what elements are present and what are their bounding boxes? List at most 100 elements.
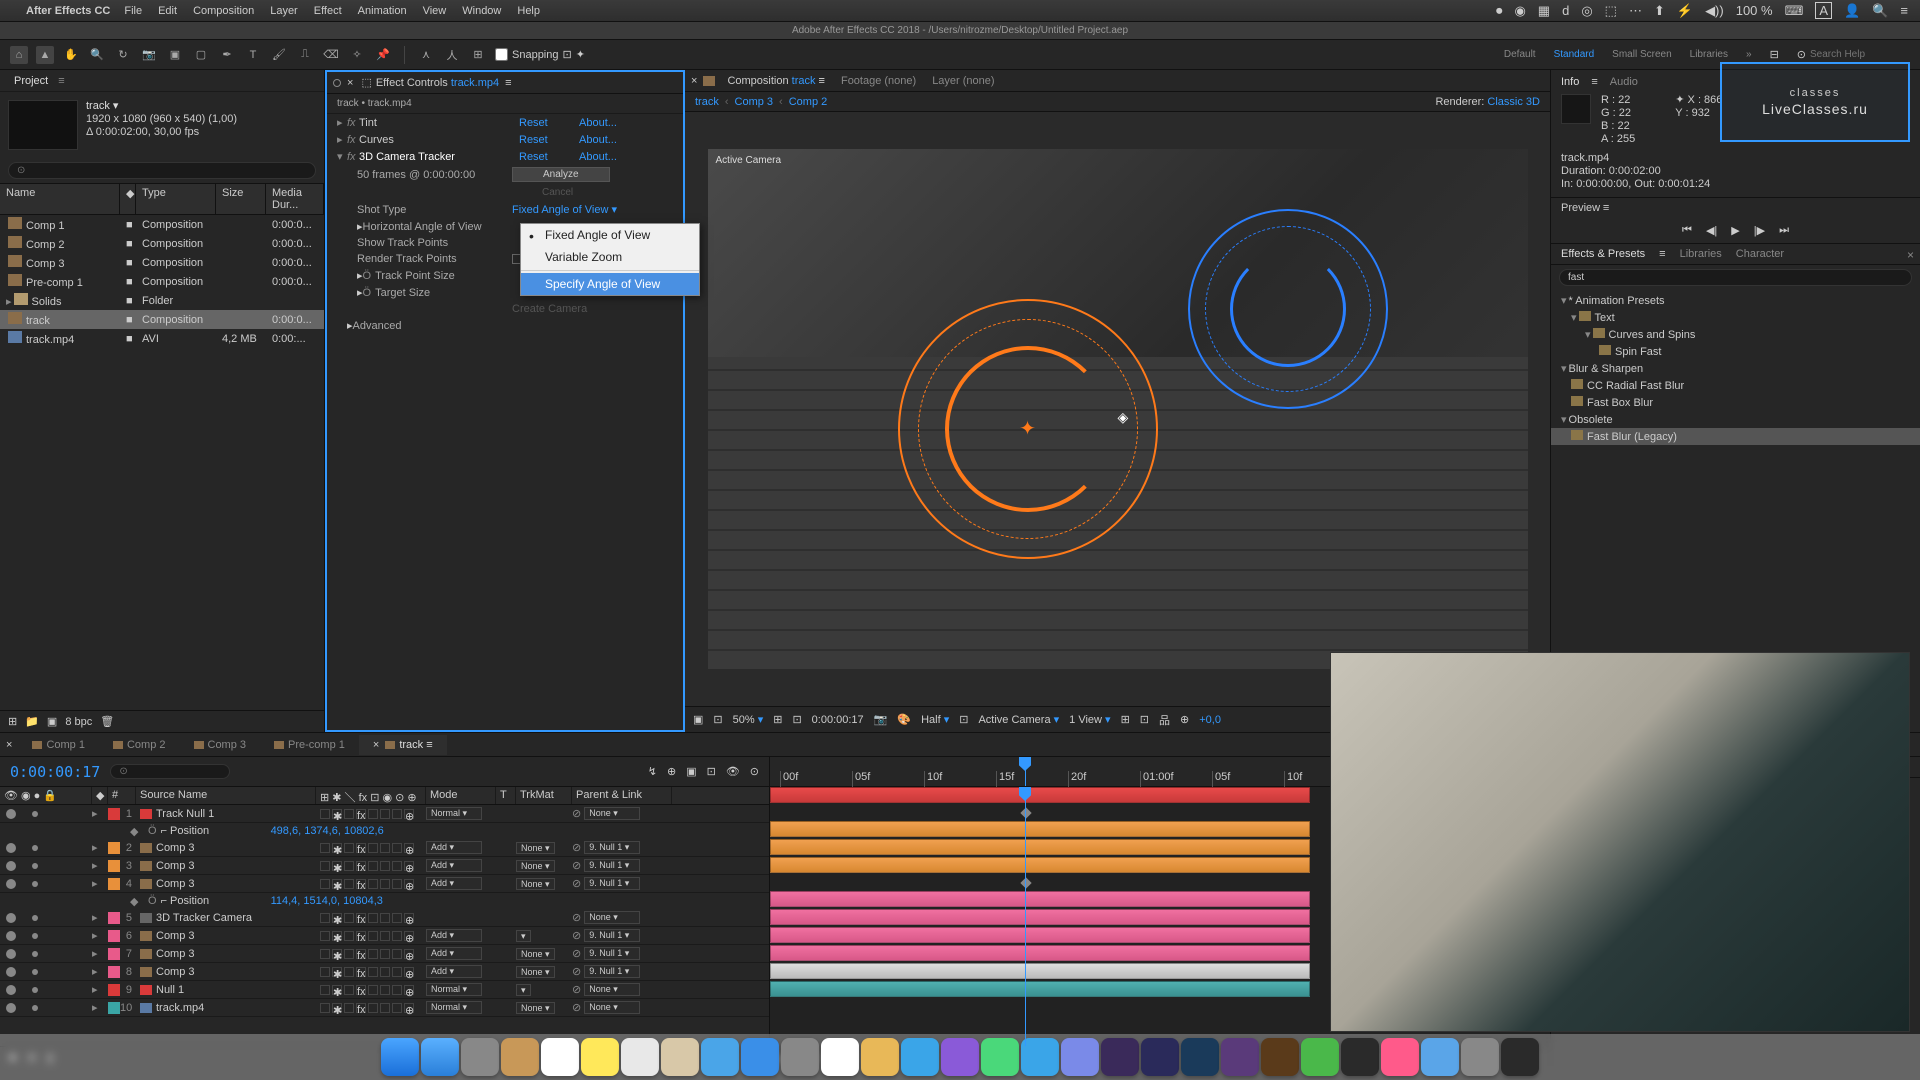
effects-tree-item[interactable]: ▾Text [1551, 309, 1920, 326]
effects-tree-item[interactable]: ▾Obsolete [1551, 411, 1920, 428]
menu-edit[interactable]: Edit [158, 5, 177, 17]
trash-icon[interactable]: 🗑 [100, 715, 114, 728]
playhead-line[interactable] [1025, 787, 1026, 1046]
crumb-item[interactable]: Comp 2 [789, 96, 828, 108]
eraser-tool-icon[interactable]: ⌫ [322, 46, 340, 64]
camera-select[interactable]: Active Camera ▾ [978, 713, 1059, 726]
dock-app-discord[interactable] [1061, 1038, 1099, 1076]
layer-bar[interactable] [770, 857, 1310, 873]
panel-menu-icon[interactable]: ≡ [505, 77, 511, 89]
effects-tree-item[interactable]: ▾* Animation Presets [1551, 292, 1920, 309]
timeline-layer[interactable]: ▸ 1 Track Null 1 ✱fx⊕ Normal ▾ ⊘None ▾ [0, 805, 769, 823]
grid-icon[interactable]: ⊡ [792, 713, 801, 726]
layer-bar[interactable] [770, 927, 1310, 943]
menu-help[interactable]: Help [517, 5, 540, 17]
keyboard-icon[interactable]: ⌨ [1785, 3, 1804, 19]
panel-menu-icon[interactable]: ≡ [58, 75, 64, 87]
dock-app[interactable] [1221, 1038, 1259, 1076]
snap-opt-icon[interactable]: ✦ [576, 48, 585, 61]
brush-tool-icon[interactable]: 🖌 [270, 46, 288, 64]
libraries-tab[interactable]: Libraries [1680, 248, 1722, 260]
project-item[interactable]: track■Composition0:00:0... [0, 310, 324, 329]
dock-app-telegram[interactable] [1021, 1038, 1059, 1076]
project-tab[interactable]: Project [8, 72, 54, 90]
dock-app-mail[interactable] [701, 1038, 739, 1076]
crumb-item[interactable]: Comp 3 [735, 96, 774, 108]
effects-tree-item[interactable]: ▾Blur & Sharpen [1551, 360, 1920, 377]
layer-bar[interactable] [770, 891, 1310, 907]
workspace-default[interactable]: Default [1504, 49, 1536, 60]
snap-opt-icon[interactable]: ⊡ [563, 48, 572, 61]
timeline-layer[interactable]: ▸ 3 Comp 3 ✱fx⊕ Add ▾ None ▾ ⊘9. Null 1 … [0, 857, 769, 875]
current-timecode[interactable]: 0:00:00:17 [10, 763, 100, 781]
rotate-tool-icon[interactable]: ↻ [114, 46, 132, 64]
last-frame-icon[interactable]: ⏭ [1779, 224, 1789, 237]
comp-tab-layer[interactable]: Layer (none) [924, 73, 1002, 89]
status-icon[interactable]: ⬚ [1605, 3, 1617, 19]
col-media[interactable]: Media Dur... [266, 184, 324, 214]
play-icon[interactable]: ▶ [1731, 224, 1739, 237]
view-opt-icon[interactable]: 品 [1159, 712, 1170, 728]
tl-opt-icon[interactable]: ▣ [686, 765, 696, 778]
timeline-search-input[interactable] [110, 764, 230, 779]
alpha-icon[interactable]: ⊡ [713, 713, 722, 726]
tl-opt-icon[interactable]: ⊕ [667, 765, 676, 778]
layer-bar[interactable] [770, 981, 1310, 997]
roto-tool-icon[interactable]: ✧ [348, 46, 366, 64]
res-icon[interactable]: ⊞ [773, 713, 782, 726]
spotlight-icon[interactable]: 🔍 [1872, 3, 1888, 19]
effects-search-input[interactable] [1559, 269, 1912, 286]
views-select[interactable]: 1 View ▾ [1069, 713, 1110, 726]
close-icon[interactable]: × [347, 77, 353, 89]
dock-app-chrome[interactable] [821, 1038, 859, 1076]
effects-tree-item[interactable]: Fast Box Blur [1551, 394, 1920, 411]
effect-row[interactable]: ▾fx3D Camera TrackerResetAbout... [327, 148, 683, 165]
clone-tool-icon[interactable]: ⎍ [296, 46, 314, 64]
zoom-tool-icon[interactable]: 🔍 [88, 46, 106, 64]
menu-view[interactable]: View [423, 5, 447, 17]
composition-viewport[interactable]: Active Camera ✦ ◈ [685, 112, 1550, 706]
dock-app-viber[interactable] [941, 1038, 979, 1076]
selection-tool-icon[interactable]: ▲ [36, 46, 54, 64]
menu-composition[interactable]: Composition [193, 5, 254, 17]
dock-app[interactable] [1301, 1038, 1339, 1076]
dock-app[interactable] [781, 1038, 819, 1076]
interpret-icon[interactable]: ⊞ [8, 715, 17, 728]
panel-menu-icon[interactable]: ≡ [1659, 248, 1665, 260]
new-comp-icon[interactable]: ▣ [47, 715, 57, 728]
property-row[interactable]: ◆Ö⌐ Position498,6, 1374,6, 10802,6 [0, 823, 769, 839]
roi-icon[interactable]: ⊡ [959, 713, 968, 726]
audio-tab[interactable]: Audio [1610, 76, 1638, 88]
info-tab[interactable]: Info [1561, 76, 1579, 88]
comp-tab-footage[interactable]: Footage (none) [833, 73, 924, 89]
menu-effect[interactable]: Effect [314, 5, 342, 17]
timeline-tab[interactable]: Comp 3 [180, 735, 261, 755]
effect-row[interactable]: ▸fxCurvesResetAbout... [327, 131, 683, 148]
dock-app[interactable] [1341, 1038, 1379, 1076]
layer-bar[interactable] [770, 787, 1310, 803]
timeline-tab[interactable]: ×track ≡ [359, 735, 447, 755]
dock-app-finder[interactable] [381, 1038, 419, 1076]
layer-bar[interactable] [770, 839, 1310, 855]
project-item[interactable]: Comp 2■Composition0:00:0... [0, 234, 324, 253]
status-icon[interactable]: ◉ [1514, 3, 1525, 19]
wifi-icon[interactable]: ⚡ [1677, 3, 1693, 19]
layer-bar[interactable] [770, 945, 1310, 961]
dock-app-calendar[interactable] [541, 1038, 579, 1076]
tl-opt-icon[interactable]: ⊡ [707, 765, 716, 778]
dock-app-photoshop[interactable] [1181, 1038, 1219, 1076]
view-opt-icon[interactable]: ⊕ [1180, 713, 1189, 726]
snapping-toggle[interactable]: Snapping ⊡ ✦ [495, 48, 585, 61]
workspace-standard[interactable]: Standard [1554, 49, 1595, 60]
preview-tab[interactable]: Preview [1561, 202, 1600, 214]
lock-icon[interactable] [333, 79, 341, 87]
axis-icon[interactable]: ⊞ [469, 46, 487, 64]
zoom-select[interactable]: 50% ▾ [733, 713, 764, 726]
dock-app-launchpad[interactable] [461, 1038, 499, 1076]
axis-icon[interactable]: ⋏ [417, 46, 435, 64]
effects-tree-item[interactable]: ▾Curves and Spins [1551, 326, 1920, 343]
property-row[interactable]: ◆Ö⌐ Position114,4, 1514,0, 10804,3 [0, 893, 769, 909]
effect-row[interactable]: ▸fxTintResetAbout... [327, 114, 683, 131]
asset-thumbnail[interactable] [8, 100, 78, 150]
dock-app-premiere[interactable] [1141, 1038, 1179, 1076]
